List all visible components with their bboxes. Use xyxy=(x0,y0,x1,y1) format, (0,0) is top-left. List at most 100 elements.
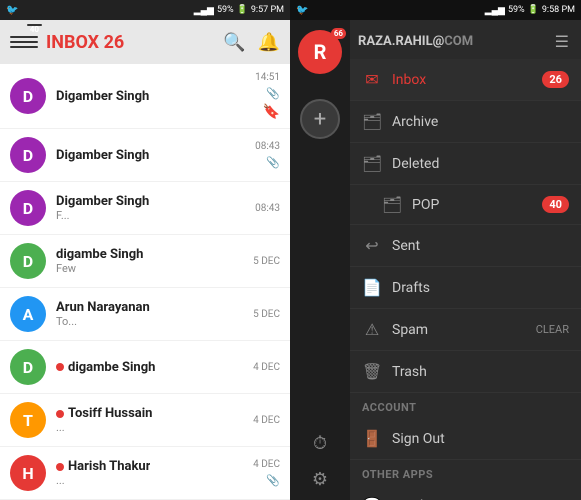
inbox-badge: 26 xyxy=(542,71,569,88)
email-item[interactable]: D Digamber SinghF...08:43 xyxy=(0,182,290,235)
email-time: 08:43 xyxy=(255,203,280,214)
email-content: digambe SinghFew xyxy=(56,247,253,275)
email-meta: 14:51📎🔖 xyxy=(255,72,280,120)
filter-icon[interactable]: 🔔 xyxy=(258,32,280,53)
avatar: H xyxy=(10,455,46,491)
inbox-count: 26 xyxy=(104,32,125,53)
email-meta: 4 DEC📎 xyxy=(253,459,280,487)
user-avatar-wrap: R 66 xyxy=(298,30,342,84)
email-preview: F... xyxy=(56,209,255,222)
email-sender: Arun Narayanan xyxy=(56,300,150,315)
email-time: 5 DEC xyxy=(253,309,280,320)
menu-item-deleted[interactable]: 🗂Deleted xyxy=(350,143,581,185)
email-content: Harish Thakur... xyxy=(56,459,253,487)
menu-item-archive[interactable]: 🗂Archive xyxy=(350,101,581,143)
otherapps-items-container: 💬myChat xyxy=(350,485,581,500)
menu-item-spam[interactable]: ⚠SpamCLEAR xyxy=(350,309,581,351)
email-content: Tosiff Hussain... xyxy=(56,406,253,434)
account-items-container: 🚪 Sign Out xyxy=(350,418,581,460)
unread-dot xyxy=(56,410,64,418)
email-sender: digambe Singh xyxy=(68,360,155,375)
settings-icon[interactable]: ⚙ xyxy=(312,469,328,490)
email-meta: 08:43📎 xyxy=(255,141,280,169)
email-sender: Digamber Singh xyxy=(56,89,149,104)
avatar: D xyxy=(10,190,46,226)
deleted-label: Deleted xyxy=(392,156,569,172)
account-section-header: ACCOUNT xyxy=(350,393,581,418)
email-sender: Digamber Singh xyxy=(56,194,149,209)
battery-icon: 🔋 xyxy=(237,5,248,15)
mychat-icon: 💬 xyxy=(362,496,382,500)
inbox-title: INBOX 26 xyxy=(46,32,215,53)
menu-button[interactable]: 40 xyxy=(10,28,38,56)
email-time: 5 DEC xyxy=(253,256,280,267)
menu-item-pop[interactable]: 🗂POP40 xyxy=(350,185,581,225)
signout-label: Sign Out xyxy=(392,431,569,447)
search-icon[interactable]: 🔍 xyxy=(223,32,245,53)
email-sender: Tosiff Hussain xyxy=(68,406,152,421)
user-email-part: RAZA.RAHIL@ xyxy=(358,34,444,49)
user-email-header: RAZA.RAHIL@COM ☰ xyxy=(350,20,581,59)
menu-item-sent[interactable]: ↩Sent xyxy=(350,225,581,267)
battery-percent-right: 59% xyxy=(508,5,525,15)
avatar: D xyxy=(10,349,46,385)
bookmark-icon: 🔖 xyxy=(263,104,280,120)
spam-icon: ⚠ xyxy=(362,320,382,339)
compose-icon: + xyxy=(314,107,326,132)
signal-icon-right: ▂▄▆ xyxy=(485,5,505,16)
hamburger-line xyxy=(10,36,38,38)
spam-action[interactable]: CLEAR xyxy=(536,323,569,336)
inbox-label: Inbox xyxy=(392,72,542,88)
inbox-label: INBOX xyxy=(46,32,99,53)
email-preview: ... xyxy=(56,421,253,434)
header-left: 40 INBOX 26 🔍 🔔 xyxy=(0,20,290,64)
header-icons: 🔍 🔔 xyxy=(223,32,280,53)
email-time: 4 DEC xyxy=(253,415,280,426)
menu-item-trash[interactable]: 🗑Trash xyxy=(350,351,581,393)
email-content: digambe Singh xyxy=(56,360,253,375)
history-icon[interactable]: ⏱ xyxy=(313,433,327,454)
drafts-icon: 📄 xyxy=(362,278,382,297)
email-item[interactable]: Ddigambe SinghFew5 DEC xyxy=(0,235,290,288)
battery-icon-right: 🔋 xyxy=(528,5,539,15)
signout-icon: 🚪 xyxy=(362,429,382,448)
time-right: 9:58 PM xyxy=(542,5,575,15)
email-sender: Digamber Singh xyxy=(56,148,149,163)
twitter-icon: 🐦 xyxy=(6,5,18,16)
unread-dot xyxy=(56,463,64,471)
hamburger-right[interactable]: ☰ xyxy=(555,32,569,51)
hamburger-line xyxy=(10,46,38,48)
unread-dot xyxy=(56,363,64,371)
email-item[interactable]: AArun NarayananTo...5 DEC xyxy=(0,288,290,341)
user-count-badge: 66 xyxy=(331,28,346,39)
menu-item-inbox[interactable]: ✉Inbox26 xyxy=(350,59,581,101)
sb-right-info: ▂▄▆ 59% 🔋 9:57 PM xyxy=(194,5,284,16)
right-panel: 🐦 ▂▄▆ 59% 🔋 9:58 PM R 66 + ⏱ ⚙ xyxy=(290,0,581,500)
left-panel: 🐦 ▂▄▆ 59% 🔋 9:57 PM 40 INBOX 26 🔍 🔔 D Dig… xyxy=(0,0,290,500)
attach-icon: 📎 xyxy=(266,474,280,487)
email-list: DDigamber Singh14:51📎🔖DDigamber Singh08:… xyxy=(0,64,290,500)
email-preview: Few xyxy=(56,262,253,275)
email-item[interactable]: Ddigambe Singh4 DEC xyxy=(0,341,290,394)
menu-item-signout[interactable]: 🚪 Sign Out xyxy=(350,418,581,460)
right-content: R 66 + ⏱ ⚙ RAZA.RAHIL@COM ☰ ✉Inbox xyxy=(290,20,581,500)
hamburger-line xyxy=(10,41,38,43)
compose-button[interactable]: + xyxy=(300,99,340,139)
avatar: D xyxy=(10,243,46,279)
email-item[interactable]: DDigamber Singh14:51📎🔖 xyxy=(0,64,290,129)
attach-icon: 📎 xyxy=(266,87,280,100)
signal-icon: ▂▄▆ xyxy=(194,5,214,16)
email-meta: 5 DEC xyxy=(253,256,280,267)
email-item[interactable]: DDigamber Singh08:43📎 xyxy=(0,129,290,182)
email-sender: Harish Thakur xyxy=(68,459,150,474)
sb-right-info-r: ▂▄▆ 59% 🔋 9:58 PM xyxy=(485,5,575,16)
drafts-label: Drafts xyxy=(392,280,569,296)
email-content: Digamber Singh xyxy=(56,89,255,104)
email-item[interactable]: TTosiff Hussain...4 DEC xyxy=(0,394,290,447)
pop-label: POP xyxy=(412,197,542,213)
pop-icon: 🗂 xyxy=(382,195,402,214)
email-item[interactable]: H Harish Thakur...4 DEC📎 xyxy=(0,447,290,500)
menu-item-drafts[interactable]: 📄 Drafts xyxy=(350,267,581,309)
trash-label: Trash xyxy=(392,364,569,380)
menu-item-mychat[interactable]: 💬myChat xyxy=(350,485,581,500)
